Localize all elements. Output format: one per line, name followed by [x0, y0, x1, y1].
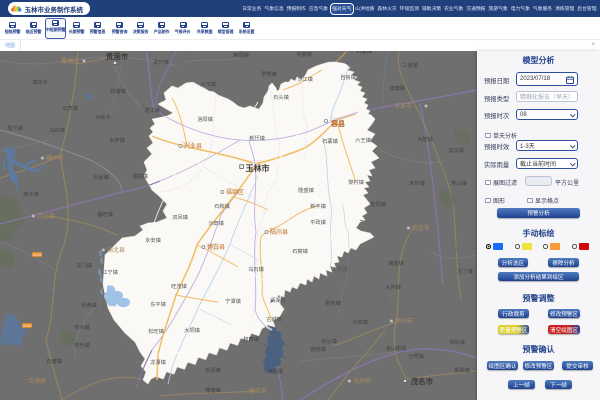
- svg-text:分界镇: 分界镇: [408, 352, 424, 360]
- svg-text:金垌镇: 金垌镇: [370, 200, 386, 208]
- svg-text:清湖镇: 清湖镇: [270, 296, 286, 304]
- svg-text:木梓镇: 木梓镇: [109, 136, 125, 144]
- svg-text:兴业县: 兴业县: [184, 142, 202, 150]
- svg-text:张黄镇: 张黄镇: [81, 301, 97, 309]
- svg-text:陆川县: 陆川县: [270, 228, 288, 236]
- svg-text:林尘镇: 林尘镇: [321, 337, 337, 345]
- svg-text:覃塘区: 覃塘区: [61, 57, 79, 65]
- svg-text:沙田镇: 沙田镇: [208, 219, 224, 227]
- svg-text:G209: G209: [23, 324, 32, 328]
- svg-text:笃岭镇: 笃岭镇: [449, 338, 465, 346]
- svg-text:周圩镇: 周圩镇: [7, 124, 23, 132]
- svg-text:文地镇: 文地镇: [332, 265, 348, 273]
- svg-text:常乐镇: 常乐镇: [74, 341, 90, 349]
- svg-text:波塘镇: 波塘镇: [389, 84, 405, 92]
- svg-text:大井镇: 大井镇: [385, 283, 401, 291]
- svg-text:大隆镇: 大隆镇: [417, 135, 433, 143]
- svg-text:雅塘镇: 雅塘镇: [205, 386, 221, 394]
- svg-text:龙潭镇: 龙潭镇: [150, 358, 166, 366]
- svg-text:镇龙乡: 镇龙乡: [32, 78, 48, 86]
- svg-text:泉水镇: 泉水镇: [74, 323, 90, 331]
- svg-text:城隍镇: 城隍镇: [132, 172, 148, 180]
- svg-text:大洋镇: 大洋镇: [200, 80, 216, 88]
- svg-text:石寨镇: 石寨镇: [322, 137, 338, 145]
- svg-text:石头镇: 石头镇: [273, 93, 289, 101]
- svg-text:宁潭镇: 宁潭镇: [225, 297, 241, 305]
- svg-text:信宜市: 信宜市: [412, 224, 430, 232]
- svg-text:石颈镇: 石颈镇: [205, 366, 221, 374]
- svg-text:福旺镇: 福旺镇: [97, 210, 113, 218]
- svg-text:玉林市: 玉林市: [246, 163, 270, 173]
- svg-text:平政镇: 平政镇: [310, 218, 326, 226]
- svg-text:石塘镇: 石塘镇: [46, 357, 62, 365]
- svg-text:大垌镇: 大垌镇: [184, 326, 200, 334]
- svg-text:那务镇: 那务镇: [325, 299, 341, 307]
- svg-text:湛江镇: 湛江镇: [144, 106, 160, 114]
- svg-text:自良镇: 自良镇: [340, 73, 356, 81]
- svg-text:江宁镇: 江宁镇: [102, 268, 118, 276]
- svg-text:镇隆镇: 镇隆镇: [388, 259, 404, 267]
- svg-text:云表镇: 云表镇: [62, 104, 78, 112]
- svg-text:马岭镇: 马岭镇: [49, 126, 65, 134]
- svg-text:石桶镇: 石桶镇: [356, 51, 372, 55]
- svg-text:石和镇: 石和镇: [214, 202, 230, 210]
- svg-text:罗秀镇: 罗秀镇: [261, 70, 277, 78]
- svg-text:双凤镇: 双凤镇: [172, 213, 188, 221]
- svg-text:廉江市: 廉江市: [249, 387, 267, 395]
- svg-text:黎村镇: 黎村镇: [348, 178, 364, 186]
- svg-text:永安镇: 永安镇: [145, 236, 161, 244]
- svg-text:寺面镇: 寺面镇: [296, 51, 312, 58]
- svg-text:乐民镇: 乐民镇: [93, 173, 109, 181]
- svg-text:G209: G209: [33, 253, 42, 257]
- svg-text:古丁镇: 古丁镇: [457, 267, 473, 275]
- svg-text:灵山县: 灵山县: [37, 212, 55, 220]
- svg-text:合浦县: 合浦县: [28, 377, 46, 385]
- svg-text:化州市: 化州市: [353, 377, 371, 385]
- svg-text:茂名市: 茂名市: [411, 377, 434, 386]
- svg-text:和寮镇: 和寮镇: [243, 335, 259, 343]
- svg-text:新塘镇: 新塘镇: [110, 87, 126, 95]
- svg-text:岑溪市: 岑溪市: [394, 102, 412, 110]
- svg-text:松旺镇: 松旺镇: [148, 327, 164, 335]
- svg-text:加益镇: 加益镇: [448, 146, 464, 154]
- svg-text:麻垌镇: 麻垌镇: [233, 51, 249, 59]
- svg-text:茶山镇: 茶山镇: [451, 179, 467, 187]
- svg-text:龙门镇: 龙门镇: [76, 261, 92, 269]
- svg-text:乌石镇: 乌石镇: [248, 265, 264, 273]
- svg-text:旺茂镇: 旺茂镇: [171, 282, 187, 290]
- svg-text:武乐镇: 武乐镇: [153, 58, 169, 66]
- svg-text:贵港市: 贵港市: [106, 52, 129, 61]
- svg-text:沙田镇: 沙田镇: [352, 318, 368, 326]
- svg-text:古城镇: 古城镇: [266, 315, 282, 323]
- svg-text:博白县: 博白县: [207, 243, 225, 251]
- svg-text:官桥镇: 官桥镇: [310, 345, 326, 353]
- svg-text:沙江镇: 沙江镇: [297, 75, 313, 83]
- svg-text:容县: 容县: [330, 119, 345, 128]
- svg-text:浦北县: 浦北县: [107, 246, 125, 254]
- svg-text:河唇镇: 河唇镇: [267, 367, 283, 375]
- svg-text:南乡镇: 南乡镇: [23, 190, 39, 198]
- svg-text:观珠镇: 观珠镇: [454, 366, 470, 374]
- svg-text:六王镇: 六王镇: [355, 136, 371, 144]
- svg-text:福绵区: 福绵区: [226, 188, 244, 196]
- svg-text:洛阳镇: 洛阳镇: [197, 115, 213, 123]
- svg-text:东平镇: 东平镇: [150, 300, 166, 308]
- svg-text:石窝镇: 石窝镇: [292, 247, 308, 255]
- svg-text:高州市: 高州市: [395, 317, 413, 325]
- svg-text:新圩镇: 新圩镇: [249, 134, 265, 142]
- svg-text:朱砂镇: 朱砂镇: [409, 179, 425, 187]
- svg-text:新丰镇: 新丰镇: [310, 202, 326, 210]
- svg-text:横州市: 横州市: [46, 154, 64, 162]
- svg-text:金山街道: 金山街道: [386, 344, 407, 352]
- svg-text:大岭乡: 大岭乡: [95, 113, 111, 121]
- svg-text:隆盛镇: 隆盛镇: [298, 186, 314, 194]
- svg-text:三堡镇: 三堡镇: [402, 61, 418, 69]
